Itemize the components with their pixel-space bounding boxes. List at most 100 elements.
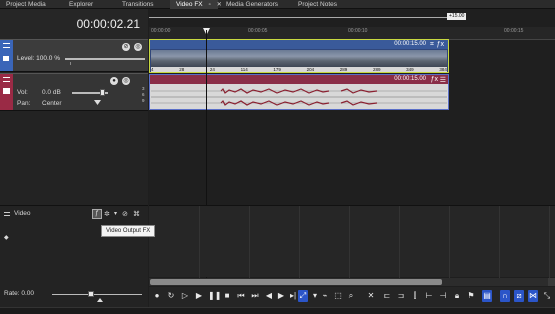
zoom-tool-icon[interactable]: ⌕ [346,290,356,302]
video-output-fx-icon[interactable]: ƒ [92,209,102,219]
bypass-icon[interactable]: ⊘ [122,210,128,218]
next-frame-icon[interactable]: ▶ [276,290,286,302]
normal-edit-tool-icon[interactable]: ⤢ [298,290,308,302]
level-label: Level: 100.0 % [17,55,61,62]
audio-waveform [151,87,447,106]
ruler-label: 00:00:05 [248,28,268,34]
pan-label: Pan: [17,100,31,107]
loop-region-bar[interactable] [149,12,449,18]
video-clip-duration: 00:00:15.00 [150,40,448,49]
video-bus-label: Video [14,210,31,217]
menu-icon[interactable] [4,212,10,216]
snap-icon[interactable]: ∩ [500,290,510,302]
zoom-handle[interactable] [548,278,555,286]
vol-label: Vol: [17,89,28,96]
trim-end-icon[interactable]: ⊐ [396,290,406,302]
menu-icon[interactable] [3,43,10,48]
ruler-label: 00:00:00 [151,28,171,34]
pan-value: Center [42,100,62,107]
play-icon[interactable]: ▶ [194,290,204,302]
pan-slider-knob[interactable] [94,100,101,105]
volume-slider-knob[interactable] [100,89,105,96]
frame-label: 114 [240,67,248,72]
mark-out-icon[interactable]: ⊣ [438,290,448,302]
gear-icon[interactable]: ✲ [104,210,110,218]
composite-icon[interactable]: ⌘ [133,210,140,218]
rate-slider[interactable] [52,294,142,295]
dropdown-icon[interactable]: ▾ [310,290,320,302]
frame-label: 349 [406,67,414,72]
play-from-start-icon[interactable]: ▷ [180,290,190,302]
split-icon[interactable]: ⫿ [410,290,420,302]
selection-tool-icon[interactable]: ⬚ [333,290,343,302]
frame-label: 289 [372,67,381,72]
bus-track-panel: Video ƒ ✲ ▾ ⊘ ⌘ ◆ Rate: 0.00 [0,205,148,314]
tooltip: Video Output FX [101,225,156,237]
frame-label: 24 [209,67,215,72]
lock-icon[interactable]: 🔒︎ [452,290,462,302]
frame-label: 384 [439,67,447,72]
clip-fx-icon[interactable]: ƒx [437,41,444,48]
region-icon[interactable]: ▤ [482,290,492,302]
tab-transitions[interactable]: Transitions [116,0,166,9]
ruler-label: 00:00:10 [348,28,368,34]
frame-label: 289 [339,67,348,72]
frame-label: 28 [179,67,185,72]
frame-label: 179 [273,67,281,72]
mute-icon[interactable]: ◎ [122,77,130,85]
trim-start-icon[interactable]: ⊏ [382,290,392,302]
envelope-tool-icon[interactable]: ⌁ [320,290,330,302]
clip-fx-icon[interactable]: ƒx [431,76,438,83]
channel-labels: 3 6 9 [142,86,145,104]
tab-media-generators[interactable]: Media Generators [220,0,290,9]
rate-slider-knob[interactable] [88,291,94,297]
go-to-end2-icon[interactable]: ▸| [288,290,298,302]
bypass-motion-blur-icon[interactable]: ⊘ [122,43,130,51]
channel-label: 9 [142,98,145,103]
previous-frame-icon[interactable]: ◀ [264,290,274,302]
tab-explorer[interactable]: Explorer [63,0,113,9]
menu-icon[interactable] [3,77,10,82]
tab-video-fx[interactable]: Video FX ▫ ✕ [170,0,222,9]
go-to-end-icon[interactable]: ⏭ [250,290,260,302]
level-slider[interactable] [65,58,145,60]
ruler-label: 00:00:15 [504,28,524,34]
mark-in-icon[interactable]: ⊢ [424,290,434,302]
mute-icon[interactable]: ◎ [134,43,142,51]
tab-project-notes[interactable]: Project Notes [292,0,352,9]
rate-label: Rate: 0.00 [4,290,34,297]
timecode-display: 00:00:02.21 [0,9,148,39]
crossfade-icon[interactable]: ⋈ [528,290,538,302]
frame-label: 204 [306,67,315,72]
status-bar [0,307,555,314]
loop-marker[interactable]: +15.00 [447,13,467,20]
video-clip[interactable]: 00:00:15.00 ⌗ ƒx 4 28 24 114 179 204 289… [149,39,449,73]
audio-clip[interactable]: 00:00:15.00 ƒx ☰ 3 6 9 [142,74,449,110]
arm-record-icon[interactable]: ● [110,77,118,85]
stop-icon[interactable]: ■ [222,290,232,302]
crop-icon[interactable]: ⌗ [430,41,434,49]
more-icon[interactable]: ⤡ [542,290,552,302]
bus-timeline[interactable] [149,205,555,278]
go-to-start-icon[interactable]: ⏮ [236,290,246,302]
expand-icon[interactable]: ◆ [4,234,9,241]
audio-track-color-strip [0,74,13,110]
audio-track-header[interactable]: ● ◎ Vol: 0.0 dB Pan: Center [0,73,148,111]
clip-menu-icon[interactable]: ☰ [440,76,446,84]
marker-icon[interactable]: ⚑ [466,290,476,302]
tab-project-media[interactable]: Project Media [0,0,54,9]
chevron-down-icon[interactable]: ▾ [114,210,117,217]
window-tabs: Project Media Explorer Transitions Video… [0,0,555,9]
scrollbar-thumb[interactable] [150,279,442,285]
audio-clip-duration: 00:00:15.00 [150,75,448,84]
video-track-header[interactable]: ⊘ ◎ Level: 100.0 % [0,39,148,72]
rate-center-marker [97,298,103,302]
record-icon[interactable]: ● [152,290,162,302]
delete-icon[interactable]: ✕ [366,290,376,302]
frame-number-strip: 4 28 24 114 179 204 289 289 349 384 [151,67,447,72]
auto-ripple-icon[interactable]: ⧄ [514,290,524,302]
loop-icon[interactable]: ↻ [166,290,176,302]
vol-value: 0.0 dB [42,89,61,96]
video-thumbnails [151,50,447,68]
pause-icon[interactable]: ❚❚ [208,290,221,302]
